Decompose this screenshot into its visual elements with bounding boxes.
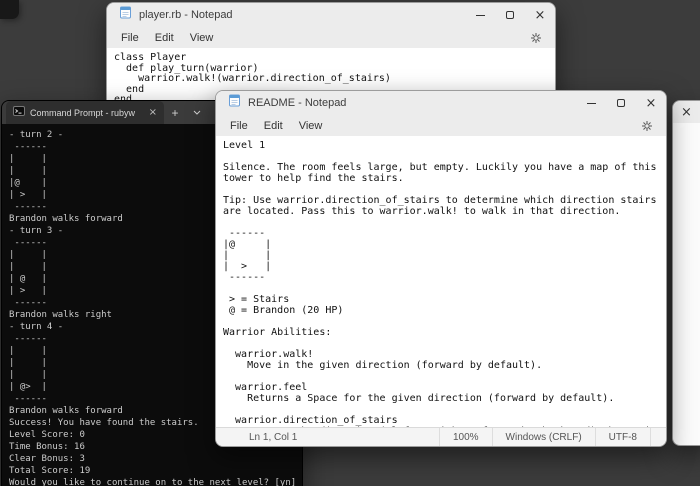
partial-titlebar[interactable]: × [673,101,700,123]
menu-file[interactable]: File [115,30,145,46]
readme-statusbar: Ln 1, Col 1 100% Windows (CRLF) UTF-8 [216,427,666,446]
tab-dropdown-button[interactable] [186,101,208,124]
terminal-tab-title: Command Prompt - rubyw [30,107,136,118]
cmd-prompt-icon [13,104,25,122]
menu-edit[interactable]: Edit [149,30,180,46]
maximize-icon [506,11,514,19]
notepad-icon [228,94,241,112]
readme-editor-area: Level 1 Silence. The room feels large, b… [216,136,666,427]
zoom-level[interactable]: 100% [438,428,492,446]
encoding[interactable]: UTF-8 [594,428,650,446]
desktop: { "glyphs": { "close": "×", "plus": "+" … [0,0,700,486]
minimize-button[interactable] [576,91,606,115]
window-partial-right: × [672,100,700,446]
menu-view[interactable]: View [184,30,220,46]
minimize-icon [475,14,485,16]
menu-view[interactable]: View [293,118,329,134]
menu-edit[interactable]: Edit [258,118,289,134]
menu-file[interactable]: File [224,118,254,134]
chevron-down-icon [193,110,201,115]
close-button[interactable]: × [525,3,555,27]
player-window-controls: × [465,3,555,27]
maximize-icon [617,99,625,107]
player-menubar: File Edit View [107,27,555,48]
new-tab-button[interactable]: + [164,101,186,124]
maximize-button[interactable] [495,3,525,27]
close-icon[interactable]: × [681,106,692,119]
readme-window-controls: × [576,91,666,115]
close-icon: × [534,7,546,23]
window-readme: README - Notepad × File Edit View Level … [215,90,667,447]
close-icon: × [645,95,657,111]
player-titlebar[interactable]: player.rb - Notepad × [107,3,555,27]
readme-menubar: File Edit View [216,115,666,136]
line-ending[interactable]: Windows (CRLF) [491,428,595,446]
readme-window-title: README - Notepad [248,97,347,109]
readme-text[interactable]: Level 1 Silence. The room feels large, b… [216,136,666,427]
statusbar-end-cell [650,428,666,446]
tab-close-icon[interactable]: × [149,107,157,118]
close-button[interactable]: × [636,91,666,115]
readme-titlebar[interactable]: README - Notepad × [216,91,666,115]
minimize-button[interactable] [465,3,495,27]
maximize-button[interactable] [606,91,636,115]
player-window-title: player.rb - Notepad [139,9,233,21]
terminal-tab[interactable]: Command Prompt - rubyw × [6,101,164,124]
settings-gear-icon[interactable] [530,32,542,44]
settings-gear-icon[interactable] [641,120,653,132]
minimize-icon [586,102,596,104]
cursor-position: Ln 1, Col 1 [249,431,298,443]
background-window-corner [0,0,19,19]
notepad-icon [119,6,132,24]
statusbar-right: 100% Windows (CRLF) UTF-8 [438,428,666,446]
